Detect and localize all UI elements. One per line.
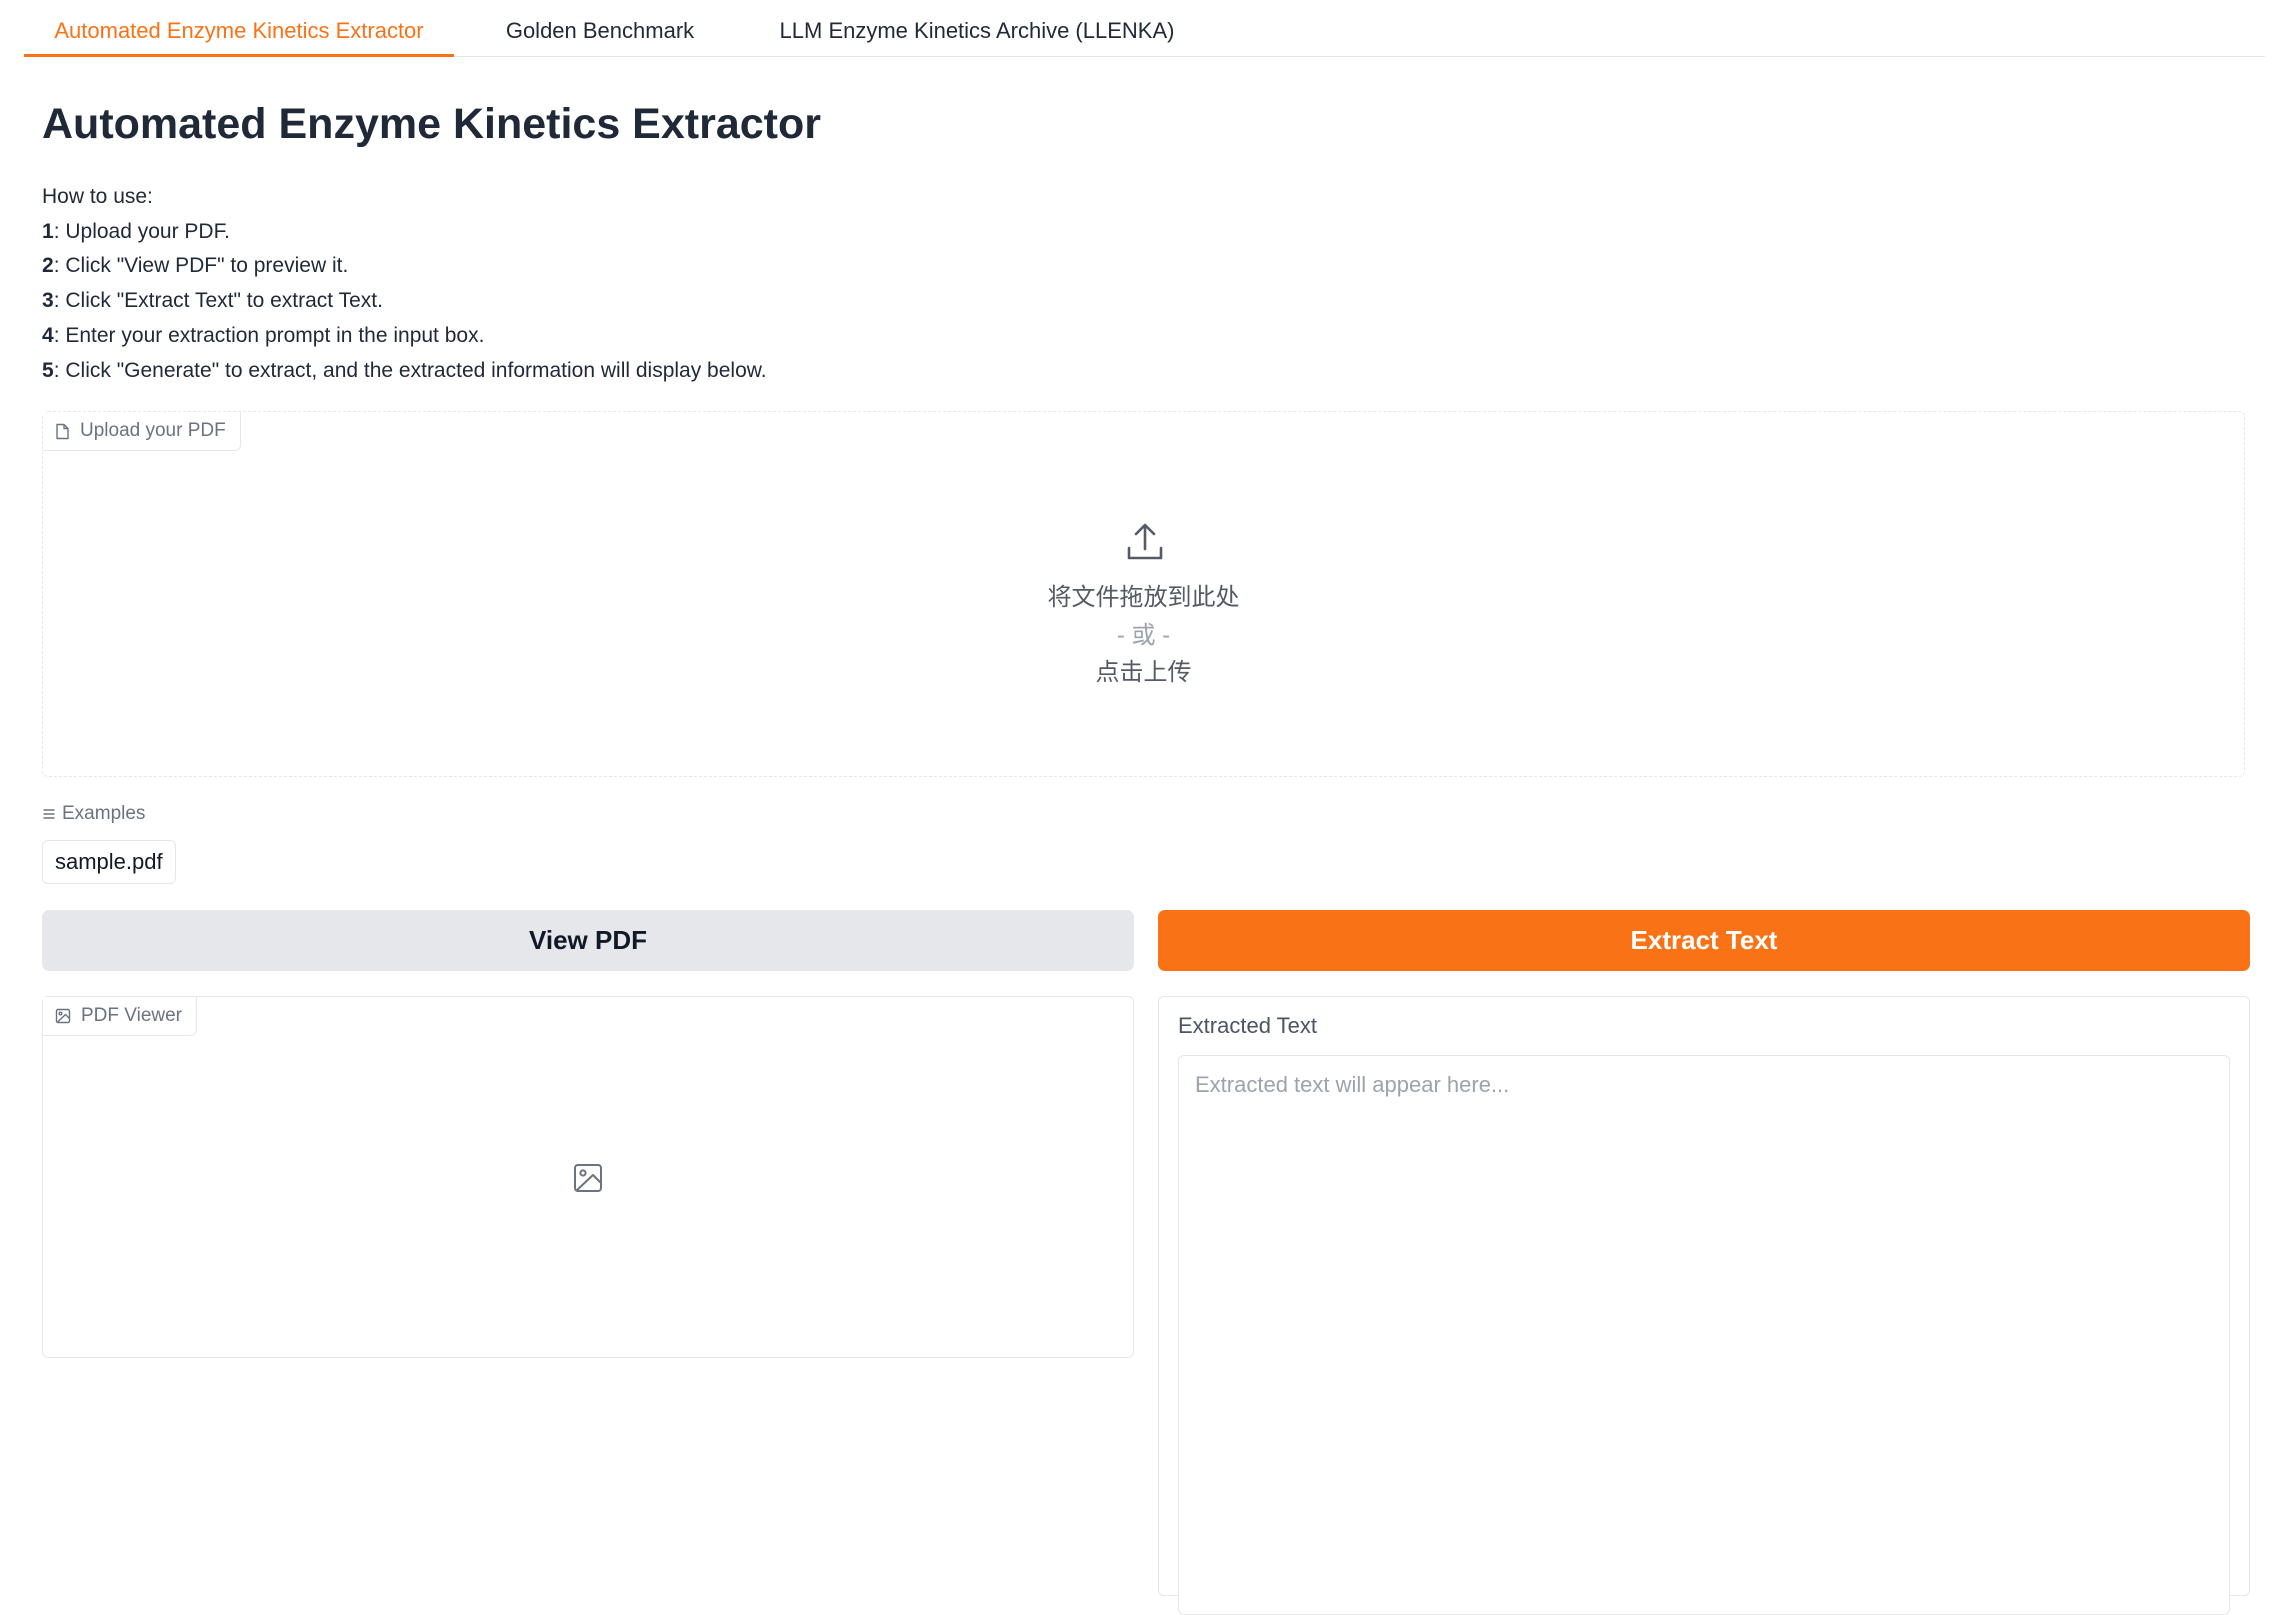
instruction-step: 5: Click "Generate" to extract, and the … — [42, 354, 767, 389]
pdf-upload-block: 将文件拖放到此处 - 或 - 点击上传 Upload your PDF — [42, 411, 2245, 777]
or-separator: - 或 - — [1116, 622, 1171, 649]
tab-llenka[interactable]: LLM Enzyme Kinetics Archive (LLENKA) — [722, 0, 1232, 56]
step-text: : Click "View PDF" to preview it. — [53, 254, 349, 278]
instruction-step: 1: Upload your PDF. — [42, 215, 767, 250]
extracted-text-panel: Extracted Text — [1158, 996, 2250, 1615]
tab-automated-enzyme-kinetics-extractor[interactable]: Automated Enzyme Kinetics Extractor — [24, 0, 454, 57]
tab-bar: Automated Enzyme Kinetics Extractor Gold… — [24, 0, 2265, 57]
step-number: 4 — [42, 323, 54, 347]
step-number: 2 — [42, 254, 54, 278]
instruction-step: 2: Click "View PDF" to preview it. — [42, 249, 767, 284]
page-title: Automated Enzyme Kinetics Extractor — [42, 100, 821, 148]
file-icon — [56, 423, 69, 439]
click-to-upload-text: 点击上传 — [1095, 659, 1192, 686]
upload-label: Upload your PDF — [43, 412, 241, 451]
upload-label-text: Upload your PDF — [80, 420, 226, 441]
step-text: : Click "Generate" to extract, and the e… — [53, 358, 767, 382]
step-number: 3 — [42, 289, 54, 313]
pdf-viewer: PDF Viewer — [42, 996, 1134, 1358]
instructions: How to use: 1: Upload your PDF. 2: Click… — [42, 180, 767, 388]
pdf-viewer-label-text: PDF Viewer — [81, 1005, 183, 1026]
example-sample-pdf[interactable]: sample.pdf — [42, 840, 176, 884]
step-number: 1 — [42, 219, 54, 243]
upload-icon — [1127, 523, 1163, 560]
step-text: : Enter your extraction prompt in the in… — [53, 323, 485, 347]
drop-text: 将文件拖放到此处 — [1047, 584, 1240, 611]
extract-text-button[interactable]: Extract Text — [1158, 910, 2250, 971]
instructions-intro: How to use: — [42, 185, 153, 208]
step-text: : Upload your PDF. — [53, 219, 230, 243]
list-icon — [43, 809, 55, 819]
view-pdf-button[interactable]: View PDF — [42, 910, 1134, 971]
image-placeholder-icon — [574, 1164, 602, 1192]
step-text: : Click "Extract Text" to extract Text. — [53, 289, 383, 313]
examples-label-text: Examples — [62, 803, 146, 824]
image-icon — [55, 1008, 71, 1024]
instruction-step: 4: Enter your extraction prompt in the i… — [42, 319, 767, 354]
extracted-text-label: Extracted Text — [1178, 1013, 1317, 1038]
pdf-viewer-label: PDF Viewer — [43, 997, 198, 1036]
pdf-dropzone[interactable]: 将文件拖放到此处 - 或 - 点击上传 — [43, 412, 2244, 776]
step-number: 5 — [42, 358, 54, 382]
examples-label: Examples — [42, 803, 145, 825]
instruction-step: 3: Click "Extract Text" to extract Text. — [42, 284, 767, 319]
extracted-text-area[interactable] — [1178, 1055, 2230, 1615]
tab-golden-benchmark[interactable]: Golden Benchmark — [478, 0, 722, 56]
